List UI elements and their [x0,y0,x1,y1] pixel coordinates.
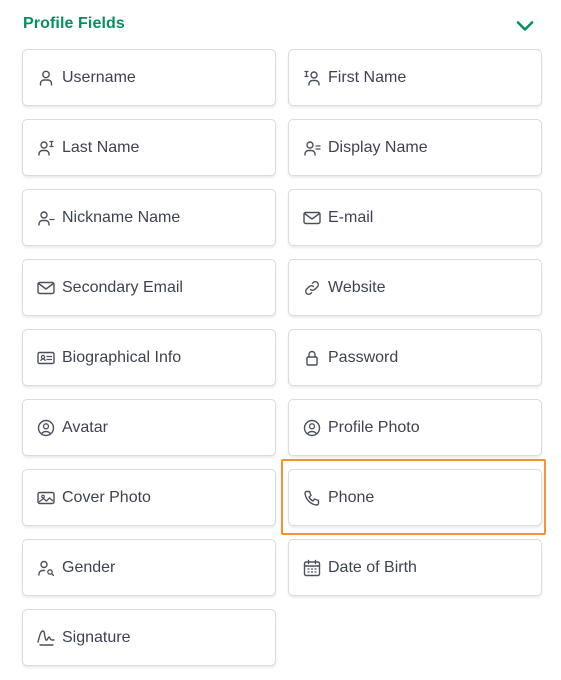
field-avatar[interactable]: Avatar [22,399,276,456]
field-label: Profile Photo [328,418,420,436]
field-label: Gender [62,558,116,576]
field-cover-photo[interactable]: Cover Photo [22,469,276,526]
field-label: Secondary Email [62,278,183,296]
mail-icon [301,207,323,229]
chevron-down-icon[interactable] [513,14,537,38]
field-label: First Name [328,68,407,86]
field-label: Biographical Info [62,348,182,366]
user-circle-icon [301,417,323,439]
field-biographical-info[interactable]: Biographical Info [22,329,276,386]
user-last-name-icon [35,137,57,159]
user-icon [35,67,57,89]
field-label: Avatar [62,418,108,436]
field-label: E-mail [328,208,374,226]
field-label: Username [62,68,136,86]
field-last-name[interactable]: Last Name [22,119,276,176]
user-nickname-icon [35,207,57,229]
id-card-icon [35,347,57,369]
field-phone[interactable]: Phone [288,469,542,526]
photo-icon [35,487,57,509]
user-search-icon [35,557,57,579]
calendar-icon [301,557,323,579]
field-label: Signature [62,628,131,646]
phone-icon [301,487,323,509]
user-circle-icon [35,417,57,439]
field-label: Password [328,348,399,366]
field-label: Website [328,278,386,296]
field-email[interactable]: E-mail [288,189,542,246]
field-username[interactable]: Username [22,49,276,106]
lock-icon [301,347,323,369]
field-signature[interactable]: Signature [22,609,276,666]
field-display-name[interactable]: Display Name [288,119,542,176]
field-label: Phone [328,488,375,506]
field-website[interactable]: Website [288,259,542,316]
field-label: Cover Photo [62,488,151,506]
field-password[interactable]: Password [288,329,542,386]
profile-fields-panel: Profile Fields Username First Name Last … [0,0,561,680]
field-date-of-birth[interactable]: Date of Birth [288,539,542,596]
field-first-name[interactable]: First Name [288,49,542,106]
field-profile-photo[interactable]: Profile Photo [288,399,542,456]
field-gender[interactable]: Gender [22,539,276,596]
signature-icon [35,627,57,649]
field-label: Nickname Name [62,208,181,226]
field-label: Display Name [328,138,428,156]
field-nickname[interactable]: Nickname Name [22,189,276,246]
section-header[interactable]: Profile Fields [0,0,561,50]
mail-icon [35,277,57,299]
field-secondary-email[interactable]: Secondary Email [22,259,276,316]
field-label: Date of Birth [328,558,417,576]
link-icon [301,277,323,299]
field-label: Last Name [62,138,140,156]
user-first-name-icon [301,67,323,89]
user-display-name-icon [301,137,323,159]
section-title: Profile Fields [23,15,125,32]
